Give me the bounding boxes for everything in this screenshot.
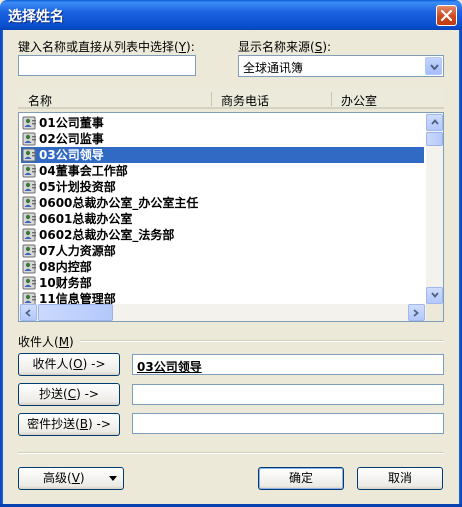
- section-divider: [80, 340, 444, 342]
- contact-card-icon: [22, 196, 38, 210]
- vertical-scroll-thumb[interactable]: [426, 132, 443, 146]
- list-item[interactable]: 01公司董事: [21, 115, 424, 131]
- list-item[interactable]: 10财务部: [21, 275, 424, 291]
- list-item-label: 07人力资源部: [39, 244, 116, 258]
- address-book-select[interactable]: 全球通讯簿: [238, 55, 444, 77]
- footer-divider: [18, 452, 444, 454]
- list-item[interactable]: 08内控部: [21, 259, 424, 275]
- close-button[interactable]: [436, 5, 457, 26]
- list-item-label: 04董事会工作部: [39, 164, 128, 178]
- cancel-button[interactable]: 取消: [357, 467, 443, 490]
- search-input[interactable]: [18, 55, 196, 76]
- contact-card-icon: [22, 148, 38, 162]
- horizontal-scrollbar[interactable]: [19, 304, 426, 321]
- list-item[interactable]: 03公司领导: [21, 147, 424, 163]
- list-item-label: 0601总裁办公室: [39, 212, 133, 226]
- ok-button[interactable]: 确定: [258, 467, 344, 490]
- list-header: 名称 商务电话 办公室: [18, 89, 444, 109]
- to-recipient[interactable]: 03公司领导: [137, 358, 202, 375]
- column-separator[interactable]: [211, 92, 212, 106]
- recipients-section-label: 收件人(M): [18, 335, 74, 349]
- dropdown-button[interactable]: [425, 57, 442, 75]
- column-separator[interactable]: [331, 92, 332, 106]
- list-item[interactable]: 05计划投资部: [21, 179, 424, 195]
- list-item-label: 10财务部: [39, 276, 92, 290]
- scroll-right-button[interactable]: [408, 304, 425, 321]
- window-frame-left: [0, 30, 3, 507]
- bcc-field[interactable]: [132, 413, 444, 434]
- to-field[interactable]: 03公司领导: [132, 354, 444, 375]
- window-title: 选择姓名: [8, 9, 64, 25]
- list-item-label: 03公司领导: [39, 148, 104, 162]
- list-item-label: 05计划投资部: [39, 180, 116, 194]
- bcc-button[interactable]: 密件抄送(B) ->: [18, 413, 120, 436]
- scroll-down-button[interactable]: [426, 287, 443, 304]
- column-business-phone[interactable]: 商务电话: [221, 92, 269, 109]
- contact-card-icon: [22, 276, 38, 290]
- contact-card-icon: [22, 164, 38, 178]
- contact-card-icon: [22, 180, 38, 194]
- scroll-right-icon: [413, 309, 419, 317]
- cc-field[interactable]: [132, 384, 444, 405]
- scroll-down-icon: [431, 292, 439, 298]
- source-label: 显示名称来源(S):: [238, 40, 332, 54]
- contact-card-icon: [22, 260, 38, 274]
- scroll-up-icon: [431, 119, 439, 125]
- chevron-down-icon: [109, 476, 117, 481]
- list-item[interactable]: 0602总裁办公室_法务部: [21, 227, 424, 243]
- chevron-down-icon: [430, 64, 439, 70]
- contact-card-icon: [22, 228, 38, 242]
- list-item[interactable]: 0601总裁办公室: [21, 211, 424, 227]
- horizontal-scroll-thumb[interactable]: [38, 304, 113, 321]
- title-bar[interactable]: 选择姓名: [0, 0, 462, 30]
- contact-card-icon: [22, 132, 38, 146]
- list-item[interactable]: 04董事会工作部: [21, 163, 424, 179]
- list-item-label: 0602总裁办公室_法务部: [39, 228, 175, 242]
- column-name[interactable]: 名称: [28, 92, 52, 109]
- to-button[interactable]: 收件人(O) ->: [18, 353, 120, 376]
- list-item-label: 01公司董事: [39, 116, 104, 130]
- scroll-corner: [426, 304, 443, 321]
- contact-card-icon: [22, 244, 38, 258]
- contact-card-icon: [22, 116, 38, 130]
- search-label: 键入名称或直接从列表中选择(Y):: [18, 40, 195, 54]
- list-item[interactable]: 02公司监事: [21, 131, 424, 147]
- scroll-up-button[interactable]: [426, 114, 443, 131]
- name-list[interactable]: 11信息管理部 10财务部 08内控部 07人力资源部 0602总裁办公室_法务部 060…: [18, 112, 444, 322]
- contact-card-icon: [22, 212, 38, 226]
- scroll-left-button[interactable]: [20, 304, 37, 321]
- list-item[interactable]: 0600总裁办公室_办公室主任: [21, 195, 424, 211]
- list-item-label: 0600总裁办公室_办公室主任: [39, 196, 199, 210]
- advanced-button[interactable]: 高级(V): [18, 467, 124, 490]
- list-item-label: 02公司监事: [39, 132, 104, 146]
- list-item-label: 08内控部: [39, 260, 92, 274]
- close-icon: [441, 10, 452, 21]
- column-office[interactable]: 办公室: [341, 92, 377, 109]
- scroll-left-icon: [25, 309, 31, 317]
- address-book-value: 全球通讯簿: [243, 61, 304, 75]
- vertical-scrollbar[interactable]: [426, 113, 443, 305]
- cc-button[interactable]: 抄送(C) ->: [18, 383, 120, 406]
- list-item[interactable]: 07人力资源部: [21, 243, 424, 259]
